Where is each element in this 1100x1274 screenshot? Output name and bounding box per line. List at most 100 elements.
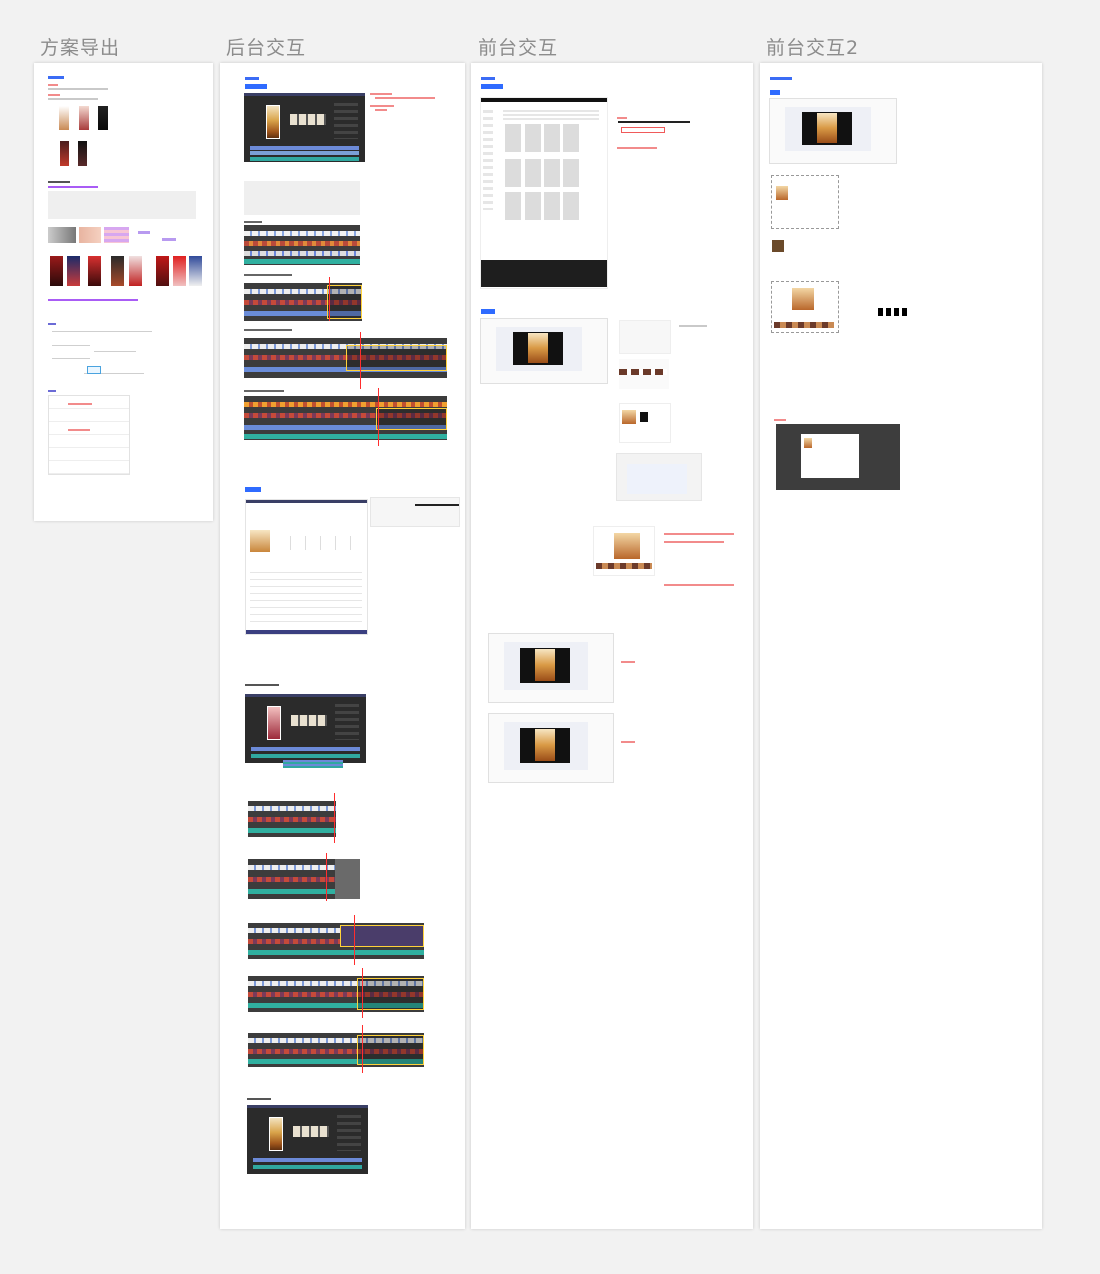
editor-modal-screenshot[interactable]: [769, 98, 897, 164]
annotation: [664, 584, 734, 586]
timeline-screenshot[interactable]: [248, 801, 336, 837]
info-panel: [244, 181, 360, 215]
poster-thumb[interactable]: [111, 256, 124, 286]
editor-modal-screenshot[interactable]: [488, 713, 614, 783]
timeline-screenshot[interactable]: [248, 1033, 424, 1067]
track-strip: [283, 760, 343, 768]
timeline-screenshot[interactable]: [244, 283, 362, 321]
editor-screenshot[interactable]: [245, 694, 366, 763]
style-swatch[interactable]: [104, 227, 129, 243]
poster-thumb[interactable]: [79, 106, 89, 130]
annotation: [664, 541, 724, 543]
poster-thumb[interactable]: [173, 256, 186, 286]
poster-thumb[interactable]: [129, 256, 142, 286]
playhead-marker: [378, 388, 379, 446]
image-list[interactable]: [619, 359, 669, 389]
selection-frame[interactable]: [771, 175, 839, 229]
board-frontend-2[interactable]: [760, 63, 1042, 1229]
annotation: [617, 147, 657, 149]
text-line: [48, 88, 108, 90]
board-heading: [245, 77, 259, 80]
settings-screenshot[interactable]: [245, 499, 368, 635]
frame-title-frontend-2[interactable]: 前台交互2: [766, 33, 859, 60]
label: [244, 221, 262, 223]
popup-panel[interactable]: [619, 320, 671, 354]
blue-tag[interactable]: [245, 487, 261, 492]
image-picker[interactable]: [619, 403, 671, 443]
note-line: [48, 84, 58, 86]
image-row[interactable]: [772, 238, 836, 254]
annotation: [370, 105, 394, 107]
flow-node[interactable]: [87, 366, 101, 374]
poster-thumb[interactable]: [78, 141, 87, 166]
board-frontend[interactable]: [471, 63, 753, 1229]
spec-table: [48, 395, 130, 475]
label: [244, 390, 284, 392]
poster-thumb[interactable]: [60, 141, 69, 166]
poster-thumb[interactable]: [59, 106, 69, 130]
annotation: [375, 109, 387, 111]
crop-panel[interactable]: [593, 526, 655, 576]
search-bar[interactable]: [618, 121, 690, 123]
style-swatch[interactable]: [79, 227, 101, 243]
timeline-screenshot[interactable]: [244, 338, 447, 378]
playhead-marker: [334, 793, 335, 843]
flow-line: [94, 351, 136, 352]
poster-thumb[interactable]: [88, 256, 101, 286]
board-backend[interactable]: [220, 63, 465, 1229]
style-swatch[interactable]: [48, 227, 76, 243]
annotation: [774, 419, 786, 421]
annotation: [621, 661, 635, 663]
timeline-screenshot[interactable]: [244, 225, 360, 265]
blue-tag[interactable]: [481, 309, 495, 314]
editor-modal-screenshot[interactable]: [480, 318, 608, 384]
style-swatch[interactable]: [138, 231, 150, 234]
poster-thumb[interactable]: [67, 256, 80, 286]
text-line: [48, 98, 98, 100]
section-heading: [48, 323, 56, 325]
style-swatch[interactable]: [162, 238, 176, 241]
webpage-screenshot[interactable]: [480, 97, 608, 289]
swatch-row[interactable]: [878, 308, 908, 316]
flow-line: [52, 331, 152, 332]
annotation: [375, 97, 435, 99]
label: [244, 274, 292, 276]
frame-title-frontend[interactable]: 前台交互: [478, 33, 558, 60]
dark-dialog-screenshot[interactable]: [776, 424, 900, 490]
timeline-screenshot[interactable]: [248, 976, 424, 1012]
note-line: [48, 94, 60, 96]
blue-tag[interactable]: [770, 90, 780, 95]
board-heading: [48, 76, 64, 79]
editor-screenshot[interactable]: [244, 93, 365, 162]
timeline-screenshot[interactable]: [248, 923, 424, 959]
popup-panel[interactable]: [370, 497, 460, 527]
poster-thumb[interactable]: [50, 256, 63, 286]
board-export[interactable]: [34, 63, 213, 521]
timeline-screenshot[interactable]: [248, 859, 360, 899]
selection-frame[interactable]: [771, 281, 839, 333]
flow-line: [52, 358, 90, 359]
annotation: [370, 93, 392, 95]
editor-modal-screenshot[interactable]: [488, 633, 614, 703]
board-heading: [481, 77, 495, 80]
section-heading: [48, 181, 70, 183]
input-highlight[interactable]: [621, 127, 665, 133]
annotation: [621, 741, 635, 743]
note-line: [68, 429, 90, 431]
annotation: [664, 533, 734, 535]
frame-title-export[interactable]: 方案导出: [40, 33, 120, 60]
blue-tag[interactable]: [481, 84, 503, 89]
editor-screenshot[interactable]: [247, 1105, 368, 1174]
poster-thumb[interactable]: [98, 106, 108, 130]
annotation: [617, 117, 627, 119]
dialog-screenshot[interactable]: [616, 453, 702, 501]
playhead-marker: [354, 915, 355, 965]
blue-tag[interactable]: [245, 84, 267, 89]
frame-title-backend[interactable]: 后台交互: [226, 33, 306, 60]
note-line: [48, 186, 98, 188]
section-heading: [48, 390, 56, 392]
timeline-screenshot[interactable]: [244, 396, 447, 440]
poster-thumb[interactable]: [189, 256, 202, 286]
poster-thumb[interactable]: [156, 256, 169, 286]
spec-table: [48, 191, 196, 219]
